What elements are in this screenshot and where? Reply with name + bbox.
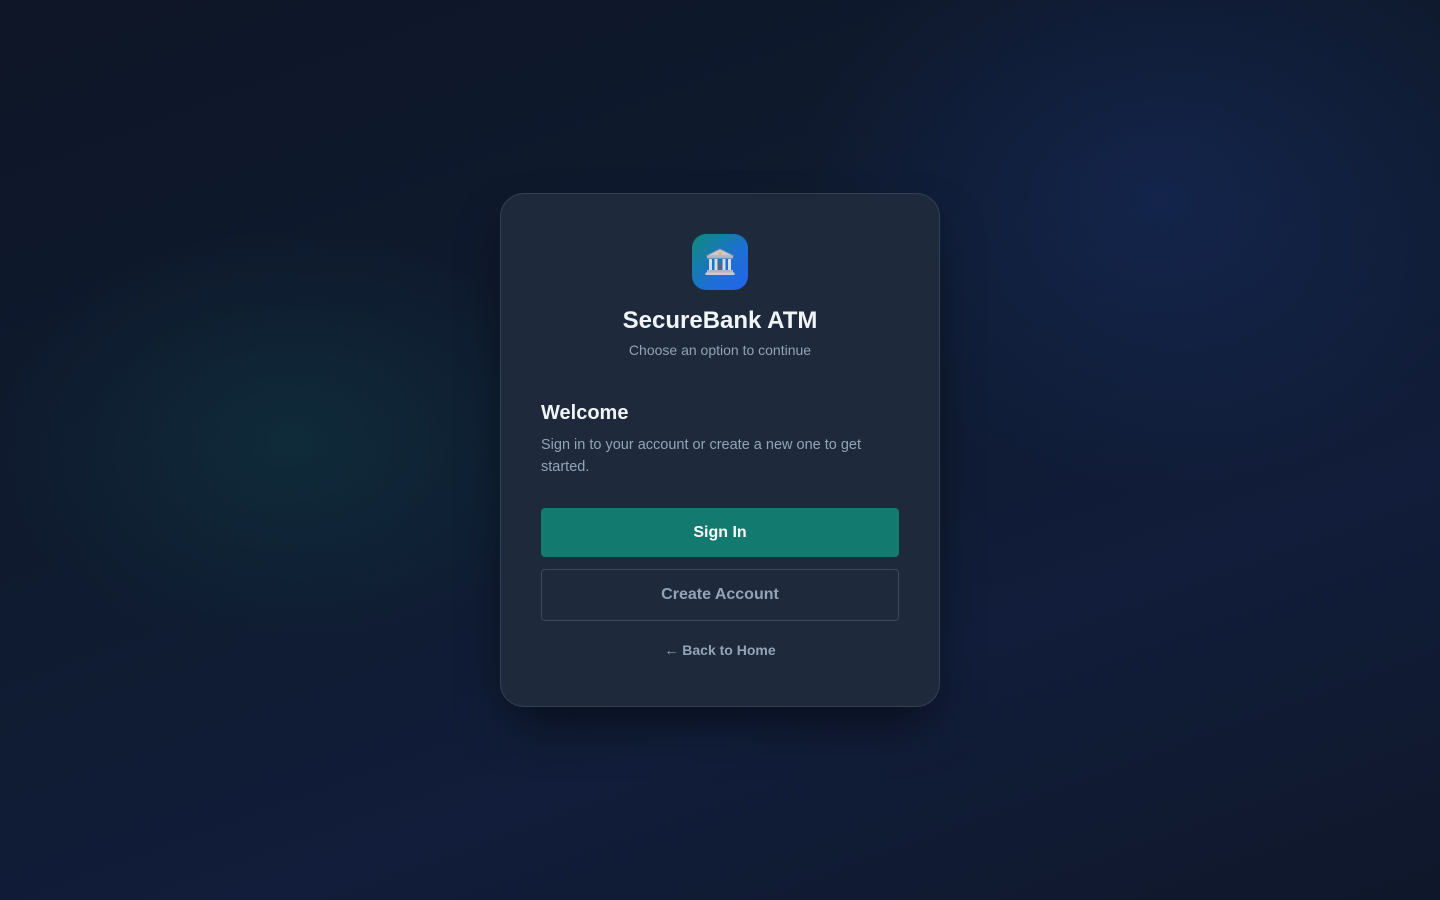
welcome-heading: Welcome bbox=[541, 402, 629, 424]
logo bbox=[692, 234, 748, 290]
app-title: SecureBank ATM bbox=[622, 307, 818, 334]
bank-icon bbox=[705, 248, 735, 275]
app-subtitle: Choose an option to continue bbox=[628, 342, 812, 358]
welcome-description: Sign in to your account or create a new … bbox=[541, 437, 862, 475]
auth-card: SecureBank ATM Choose an option to conti… bbox=[500, 193, 940, 707]
create-account-button[interactable]: Create Account bbox=[541, 569, 899, 621]
sign-in-button[interactable]: Sign In bbox=[541, 508, 899, 557]
back-to-home-link[interactable]: ← Back to Home bbox=[541, 642, 899, 658]
